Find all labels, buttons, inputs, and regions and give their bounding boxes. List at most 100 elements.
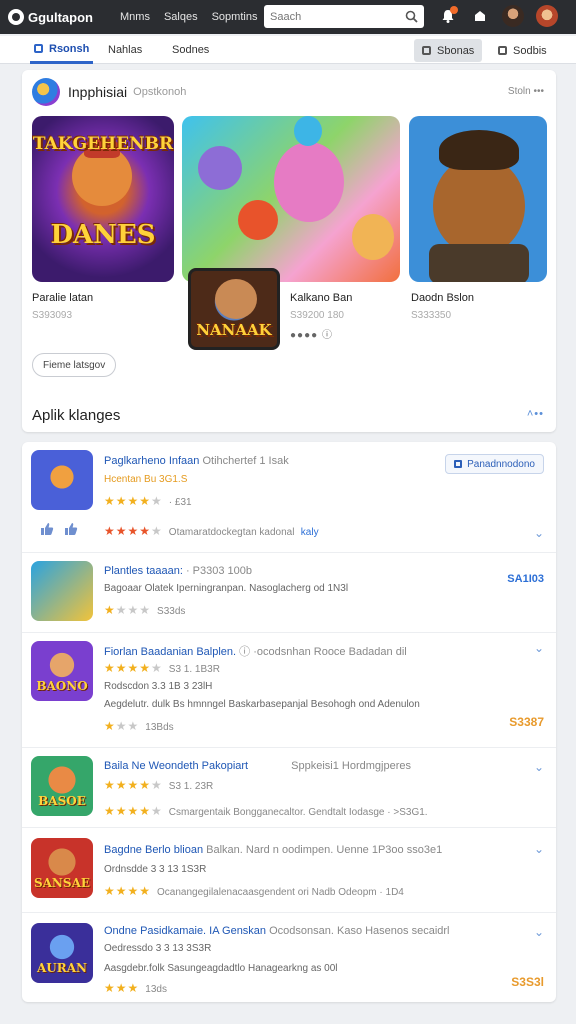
- list-item[interactable]: AURAN Ondne Pasidkamaie. IA Genskan Ocod…: [22, 912, 556, 1002]
- game-thumbnail[interactable]: [182, 116, 400, 282]
- list-item[interactable]: Paglkarheno Infaan Otihchertef 1 Isak Hc…: [22, 442, 556, 552]
- app-price: S3S3l: [511, 975, 544, 989]
- list-item[interactable]: SANSAE Bagdne Berlo blioan Balkan. Nard …: [22, 827, 556, 912]
- game-art-title: TAKGEHENBR: [32, 134, 174, 154]
- app-list: Paglkarheno Infaan Otihchertef 1 Isak Hc…: [22, 442, 556, 1002]
- game-art-title: NANAAK: [196, 321, 272, 339]
- rating-stars: ★★★★ Ocanangegilalenacaasgendent ori Nadb…: [104, 884, 404, 898]
- app-detail: Rodscdon 3.3 1B 3 23lH: [104, 681, 213, 692]
- game-sub: S393093: [32, 310, 73, 321]
- app-name: Ggultapon: [28, 9, 93, 25]
- character-art: [238, 200, 278, 240]
- app-icon: SANSAE: [31, 838, 93, 898]
- app-title[interactable]: Fiorlan Baadanian Balplen. ⓘ ·ocodsnhan …: [104, 643, 407, 659]
- app-logo[interactable]: Ggultapon: [8, 9, 116, 25]
- top-nav-item[interactable]: Sopmtins: [212, 11, 258, 23]
- vest-art: [429, 244, 529, 282]
- tab-label: Nahlas: [108, 44, 143, 56]
- game-thumbnail-small[interactable]: NANAAK: [188, 268, 280, 350]
- search-box: [264, 5, 424, 28]
- app-title[interactable]: Ondne Pasidkamaie. IA Genskan Ocodsonsan…: [104, 925, 450, 937]
- chevron-down-icon[interactable]: ⌄: [534, 760, 544, 774]
- character-art: [274, 142, 344, 222]
- search-input[interactable]: [270, 10, 390, 23]
- app-icon: [31, 450, 93, 510]
- top-nav-item[interactable]: Mnms: [120, 11, 150, 23]
- tab-button-sbonas[interactable]: Sbonas: [414, 39, 483, 62]
- app-title[interactable]: Paglkarheno Infaan Otihchertef 1 Isak: [104, 455, 289, 467]
- tab-bar: Rsonsh Nahlas Sodnes Sbonas Sodbis: [0, 36, 576, 64]
- featured-subtitle: Opstkonoh: [133, 86, 187, 98]
- list-item[interactable]: BASOE Baila Ne Weondeth Pakopiart Sppkei…: [22, 747, 556, 827]
- app-description: Aegdelutr. dulk Bs hmnngel Baskarbasepan…: [104, 699, 420, 710]
- featured-more-link[interactable]: Stoln •••: [508, 86, 544, 97]
- app-description: Aasgdebr.folk Sasungeagdadtlo Hanagearkn…: [104, 963, 338, 974]
- thumbs-up-icon[interactable]: [64, 522, 78, 536]
- rating-stars: ★★★★★ Otamaratdockegtan kadonal kaly: [104, 524, 319, 538]
- tag-button[interactable]: Panadnnodono: [445, 454, 544, 474]
- character-art: [433, 156, 525, 256]
- character-art: [215, 279, 257, 319]
- chevron-down-icon[interactable]: ⌄: [534, 641, 544, 655]
- tab-button-label: Sbonas: [437, 44, 475, 57]
- list-item[interactable]: BAONO Fiorlan Baadanian Balplen. ⓘ ·ocod…: [22, 632, 556, 747]
- chevron-down-icon[interactable]: ⌄: [534, 842, 544, 856]
- square-icon: [422, 46, 431, 55]
- character-art: [198, 146, 242, 190]
- app-title[interactable]: Baila Ne Weondeth Pakopiart Sppkeisi1 Ho…: [104, 760, 411, 772]
- featured-action-button[interactable]: Fieme latsgov: [32, 353, 117, 377]
- notification-dot: [450, 6, 458, 14]
- game-sub: S39200 180: [290, 310, 344, 321]
- game-name[interactable]: Paralie latan: [32, 292, 93, 304]
- game-thumbnail[interactable]: TAKGEHENBR DANES: [32, 116, 174, 282]
- list-item[interactable]: Plantles taaaan: · P3303 100b Bagoaar Ol…: [22, 552, 556, 632]
- hair-art: [439, 130, 519, 170]
- game-art-subtitle: DANES: [50, 220, 156, 250]
- app-title[interactable]: Bagdne Berlo blioan Balkan. Nard n oodim…: [104, 844, 442, 856]
- square-icon: [454, 460, 463, 468]
- tab-nahlas[interactable]: Nahlas: [108, 36, 142, 64]
- thumbs-up-icon[interactable]: [40, 522, 54, 536]
- app-detail: Hcentan Bu 3G1.S: [104, 474, 188, 485]
- rating-stars: ★★★ 13Bds: [104, 719, 174, 733]
- hair-art: [294, 116, 322, 146]
- app-icon: BAONO: [31, 641, 93, 701]
- app-icon: BASOE: [31, 756, 93, 816]
- alert-icon[interactable]: [470, 6, 490, 26]
- game-sub: S333350: [411, 310, 452, 321]
- tab-label: Sodnes: [172, 44, 210, 56]
- app-description: Bagoaar Olatek Iperningranpan. Nasoglach…: [104, 583, 349, 594]
- tab-icon: [34, 44, 43, 53]
- rating-stars: ★★★★★ · £31: [104, 494, 192, 508]
- chevron-down-icon[interactable]: ⌄: [534, 526, 544, 540]
- rating-stars: ★★★★★ S3 1. 23R: [104, 778, 214, 792]
- tab-sodnes[interactable]: Sodnes: [172, 36, 209, 64]
- top-icons: [438, 5, 558, 27]
- tab-button-label: Sodbis: [513, 44, 547, 57]
- publisher-logo-icon[interactable]: [32, 78, 60, 106]
- logo-mark-icon: [8, 9, 24, 25]
- bell-icon[interactable]: [438, 6, 458, 26]
- square-icon: [498, 46, 507, 55]
- chevron-down-icon[interactable]: ⌄: [534, 925, 544, 939]
- game-name[interactable]: Daodn Bslon: [411, 292, 474, 304]
- tag-label: Panadnnodono: [467, 458, 535, 470]
- rating-stars: ★★★ 13ds: [104, 981, 167, 995]
- featured-card: Inpphisiai Opstkonoh Stoln ••• TAKGEHENB…: [22, 70, 556, 432]
- rating-stars: ★★★★★ S3 1. 1B3R: [104, 661, 220, 675]
- tab-rsonsh[interactable]: Rsonsh: [30, 36, 94, 64]
- avatar[interactable]: [536, 5, 558, 27]
- game-rating-dots: ●●●● ⓘ: [290, 330, 333, 341]
- tab-button-sodbis[interactable]: Sodbis: [490, 39, 555, 62]
- avatar[interactable]: [502, 5, 524, 27]
- app-icon: AURAN: [31, 923, 93, 983]
- section-expand-icon[interactable]: ˄••: [527, 408, 544, 420]
- section-title: Aplik klanges: [32, 407, 121, 424]
- search-icon[interactable]: [405, 10, 418, 23]
- rating-stars: ★★★★★ Csmargentaik Bongganecaltor. Gendta…: [104, 804, 428, 818]
- top-nav-item[interactable]: Salqes: [164, 11, 198, 23]
- game-thumbnail[interactable]: [409, 116, 547, 282]
- app-title[interactable]: Plantles taaaan: · P3303 100b: [104, 565, 252, 577]
- game-name[interactable]: Kalkano Ban: [290, 292, 352, 304]
- app-icon: [31, 561, 93, 621]
